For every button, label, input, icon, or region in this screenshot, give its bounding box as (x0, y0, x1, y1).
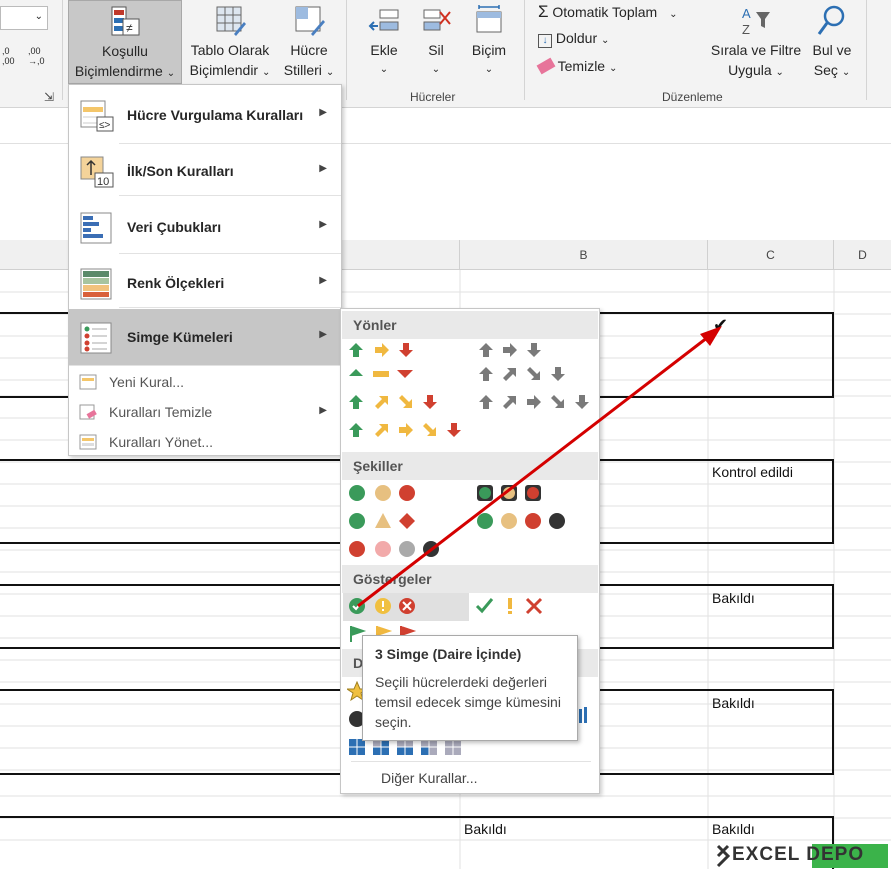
cells-group-label: Hücreler (410, 90, 456, 104)
cell-c-bakildi-2[interactable]: Bakıldı (712, 695, 755, 711)
direction-icon-sets (349, 343, 589, 437)
chevron-down-icon: ⌄ (669, 9, 678, 20)
magnifier-icon (817, 5, 845, 35)
conditional-formatting-menu: ≤> Hücre Vurgulama Kuralları ▶ 10 İlk/So… (68, 84, 342, 456)
menu-item-manage-rules[interactable]: Kuralları Yönet... (69, 427, 341, 457)
dialog-launcher-icon[interactable]: ⇲ (44, 90, 54, 104)
cell-c-bakildi-3[interactable]: Bakıldı (712, 821, 755, 837)
chevron-down-icon: ⌄ (484, 64, 494, 75)
new-rule-icon (79, 374, 97, 390)
manage-rules-icon (79, 434, 97, 450)
insert-cells-icon (368, 9, 399, 31)
clear-button[interactable]: Temizle ⌄ (536, 57, 618, 75)
chevron-down-icon: ⌄ (609, 63, 618, 74)
chevron-down-icon: ⌄ (775, 67, 784, 78)
increase-decimal-icon[interactable]: ,0,00 (2, 46, 15, 66)
insert-button[interactable]: Ekle ⌄ (360, 4, 408, 80)
column-header-c[interactable]: C (708, 240, 834, 270)
menu-item-highlight-cells[interactable]: ≤> Hücre Vurgulama Kuralları ▶ (69, 87, 341, 143)
chevron-down-icon: ⌄ (261, 67, 271, 78)
cell-c-kontrol[interactable]: Kontrol edildi (712, 464, 793, 480)
highlight-cells-icon: ≤> (80, 100, 114, 132)
chevron-down-icon: ⌄ (379, 64, 389, 75)
section-header-shapes: Şekiller (342, 452, 598, 480)
menu-item-color-scales[interactable]: Renk Ölçekleri ▶ (69, 255, 341, 311)
submenu-arrow-icon: ▶ (319, 219, 327, 230)
autosum-button[interactable]: Σ Otomatik Toplam ⌄ (538, 2, 677, 22)
format-button[interactable]: Biçim ⌄ (464, 4, 514, 80)
chevron-down-icon: ⌄ (601, 35, 610, 46)
color-scales-icon (80, 268, 112, 300)
column-header-d[interactable]: D (834, 240, 891, 270)
tooltip-title: 3 Simge (Daire İçinde) (375, 646, 522, 662)
menu-item-icon-sets[interactable]: Simge Kümeleri ▶ (69, 309, 341, 365)
name-box[interactable]: ⌄ (0, 6, 48, 30)
menu-item-clear-rules[interactable]: Kuralları Temizle ▶ (69, 397, 341, 427)
decrease-decimal-icon[interactable]: ,00 →,0 (28, 46, 45, 66)
conditional-formatting-icon: ≠ (111, 6, 140, 36)
submenu-arrow-icon: ▶ (319, 329, 327, 340)
svg-text:10: 10 (97, 176, 109, 188)
icon-sets-icon (80, 322, 112, 354)
chevron-down-icon: ⌄ (166, 68, 176, 79)
cell-c-bakildi-1[interactable]: Bakıldı (712, 590, 755, 606)
tooltip: 3 Simge (Daire İçinde) Seçili hücrelerde… (362, 635, 578, 741)
tooltip-body: Seçili hücrelerdeki değerleri temsil ede… (375, 674, 561, 730)
logo-text: EXCEL DEPO (732, 844, 865, 865)
format-cells-icon (476, 5, 502, 33)
fill-button[interactable]: ↓ Doldur ⌄ (538, 30, 609, 48)
menu-item-top-bottom[interactable]: 10 İlk/Son Kuralları ▶ (69, 143, 341, 199)
cell-b-bakildi[interactable]: Bakıldı (464, 821, 507, 837)
clear-rules-icon (79, 404, 97, 420)
chevron-down-icon: ⌄ (431, 64, 441, 75)
submenu-arrow-icon: ▶ (319, 107, 327, 118)
shape-icon-sets (349, 485, 565, 557)
svg-text:≤>: ≤> (99, 120, 110, 131)
table-icon (216, 6, 246, 36)
svg-text:≠: ≠ (126, 21, 133, 35)
menu-item-new-rule[interactable]: Yeni Kural... (69, 367, 341, 397)
section-header-indicators: Göstergeler (342, 565, 598, 593)
svg-text:A: A (742, 6, 751, 21)
delete-cells-icon (423, 9, 451, 31)
section-header-directions: Yönler (342, 311, 598, 339)
submenu-arrow-icon: ▶ (319, 163, 327, 174)
fill-down-icon: ↓ (538, 34, 552, 48)
excel-depo-logo: EXCEL DEPO (716, 842, 891, 869)
column-header-b[interactable]: B (460, 240, 708, 270)
delete-button[interactable]: Sil ⌄ (414, 4, 458, 80)
eraser-icon (536, 57, 556, 75)
chevron-down-icon: ⌄ (841, 67, 851, 78)
conditional-formatting-button[interactable]: ≠ Koşullu Biçimlendirme ⌄ (68, 0, 182, 84)
sigma-icon: Σ (538, 2, 549, 21)
chevron-down-icon: ⌄ (325, 67, 335, 78)
find-select-button[interactable]: Bul ve Seç ⌄ (808, 4, 856, 83)
editing-group-label: Düzenleme (662, 90, 723, 104)
sort-filter-icon: A Z (742, 6, 770, 37)
data-bars-icon (80, 212, 112, 244)
more-rules-link[interactable]: Diğer Kurallar... (381, 770, 477, 786)
cell-styles-icon (295, 6, 325, 36)
sort-filter-button[interactable]: A Z Sırala ve Filtre Uygula ⌄ (706, 4, 806, 83)
format-as-table-button[interactable]: Tablo Olarak Biçimlendir ⌄ (184, 4, 276, 83)
check-mark-icon: ✔ (713, 315, 729, 335)
cell-styles-button[interactable]: Hücre Stilleri ⌄ (276, 4, 342, 83)
submenu-arrow-icon: ▶ (319, 275, 327, 286)
menu-item-data-bars[interactable]: Veri Çubukları ▶ (69, 199, 341, 255)
svg-text:Z: Z (742, 22, 750, 37)
submenu-arrow-icon: ▶ (319, 405, 327, 416)
top-bottom-icon: 10 (80, 156, 114, 188)
